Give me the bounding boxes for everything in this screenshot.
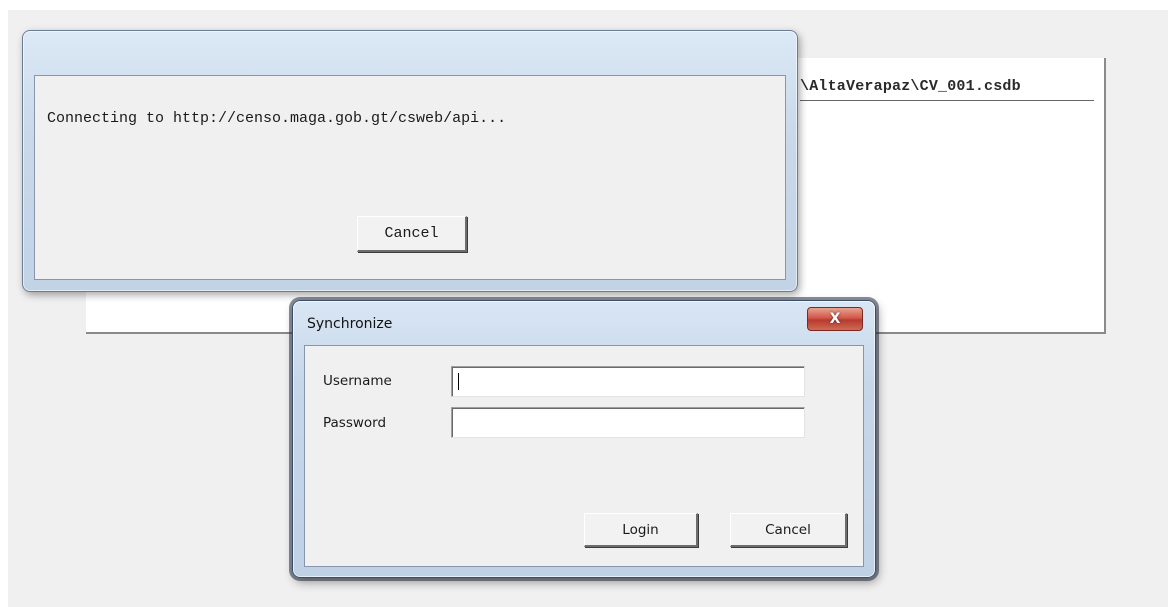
file-path-underline: [800, 100, 1094, 101]
dialog-title: Synchronize: [307, 316, 393, 332]
close-icon: X: [829, 311, 841, 327]
connecting-dialog-body: Connecting to http://censo.maga.gob.gt/c…: [34, 75, 786, 280]
username-input[interactable]: [451, 366, 805, 397]
login-button[interactable]: Login: [584, 513, 698, 547]
text-caret: [458, 373, 459, 390]
connecting-dialog: Connecting to http://censo.maga.gob.gt/c…: [22, 30, 798, 292]
username-label: Username: [323, 373, 392, 389]
sync-cancel-button[interactable]: Cancel: [730, 513, 847, 547]
screen: \AltaVerapaz\CV_001.csdb Connecting to h…: [0, 0, 1175, 607]
synchronize-dialog-body: Username Password Login Cancel: [304, 345, 864, 567]
connecting-cancel-button[interactable]: Cancel: [357, 216, 467, 252]
synchronize-dialog: Synchronize X Username Password Login Ca…: [292, 300, 876, 578]
connecting-message: Connecting to http://censo.maga.gob.gt/c…: [47, 110, 507, 127]
password-label: Password: [323, 415, 387, 431]
file-path-text: \AltaVerapaz\CV_001.csdb: [800, 78, 1021, 95]
close-button[interactable]: X: [807, 307, 863, 331]
password-input[interactable]: [451, 407, 805, 438]
